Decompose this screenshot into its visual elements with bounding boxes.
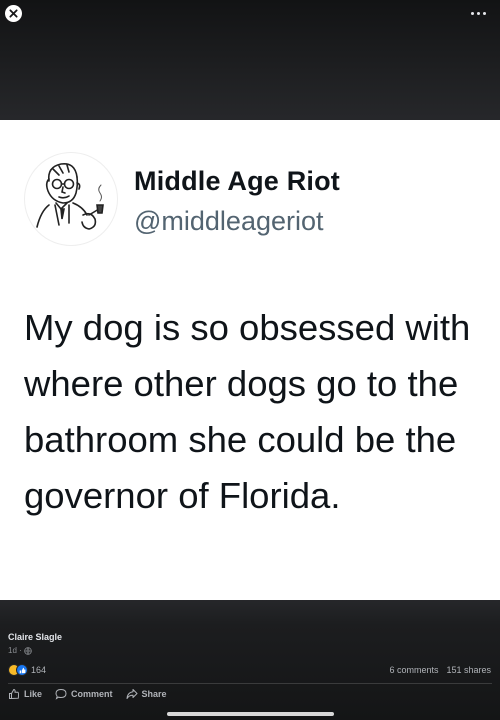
tweet-display-name: Middle Age Riot	[134, 166, 340, 196]
close-icon	[9, 9, 18, 18]
share-label: Share	[141, 689, 167, 699]
more-options-button[interactable]	[466, 5, 490, 21]
reactions-summary[interactable]: 164	[8, 664, 46, 676]
post-time[interactable]: 1d ·	[8, 646, 22, 655]
reaction-count: 164	[31, 665, 47, 675]
thumbs-up-icon	[9, 688, 20, 699]
comment-label: Comment	[71, 689, 113, 699]
home-indicator	[167, 712, 334, 716]
tweet-text: My dog is so obsessed with where other d…	[24, 307, 471, 516]
comment-button[interactable]: Comment	[55, 688, 113, 700]
tweet-screenshot-image: Middle Age Riot @middleageriot My dog is…	[0, 120, 500, 600]
comments-count-link[interactable]: 6 comments	[389, 665, 438, 675]
post-stats: 6 comments 151 shares	[389, 665, 491, 675]
shares-count-link[interactable]: 151 shares	[446, 665, 491, 675]
like-button[interactable]: Like	[8, 688, 42, 700]
post-author-name[interactable]: Claire Slagle	[8, 632, 62, 642]
comment-icon	[55, 688, 67, 700]
close-button[interactable]	[5, 5, 22, 22]
post-actions: Like Comment Share	[8, 688, 180, 700]
post-meta: 1d ·	[8, 646, 32, 655]
share-button[interactable]: Share	[126, 688, 167, 700]
post-viewer: Middle Age Riot @middleageriot My dog is…	[0, 0, 500, 720]
avatar	[24, 152, 118, 246]
divider	[8, 683, 492, 684]
like-reaction-icon	[16, 664, 28, 676]
vintage-man-avatar-illustration	[36, 162, 104, 230]
globe-icon	[24, 646, 32, 655]
like-label: Like	[24, 689, 43, 699]
share-icon	[126, 689, 138, 699]
more-horizontal-icon	[470, 11, 474, 15]
tweet-handle: @middleageriot	[134, 206, 324, 236]
